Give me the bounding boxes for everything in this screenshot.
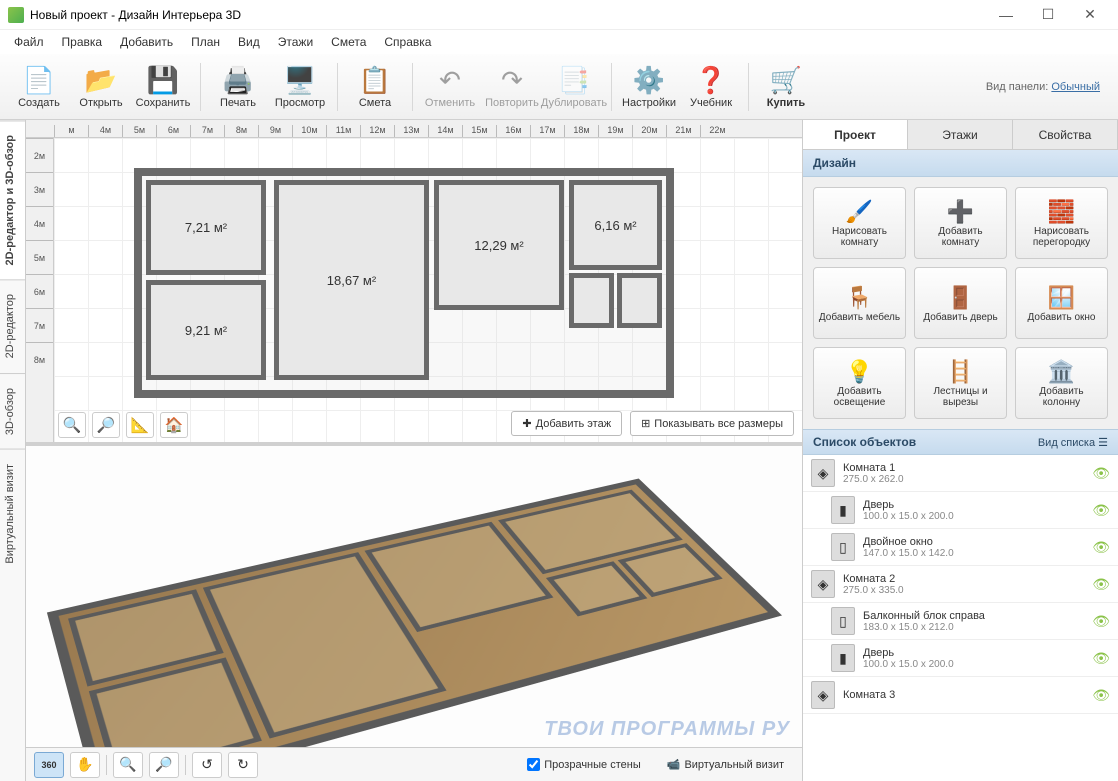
watermark: ТВОИ ПРОГРАММЫ РУ xyxy=(544,718,790,741)
menu-Добавить[interactable]: Добавить xyxy=(112,32,181,52)
room-2[interactable]: 18,67 м² xyxy=(274,180,429,380)
show-dims-button[interactable]: ⊞ Показывать все размеры xyxy=(630,411,794,436)
stairs-button[interactable]: 🪜Лестницы и вырезы xyxy=(914,347,1007,419)
objects-header: Список объектов xyxy=(813,435,916,449)
room-3[interactable]: 12,29 м² xyxy=(434,180,564,310)
menu-План[interactable]: План xyxy=(183,32,228,52)
vtab-2d-3d[interactable]: 2D-редактор и 3D-обзор xyxy=(0,120,25,279)
plan-canvas[interactable]: 7,21 м² 18,67 м² 12,29 м² 6,16 м² 9,21 м… xyxy=(54,138,802,442)
visibility-icon[interactable]: 👁 xyxy=(1092,650,1110,667)
open-button[interactable]: 📂Открыть xyxy=(70,58,132,116)
add-light-button[interactable]: 💡Добавить освещение xyxy=(813,347,906,419)
orbit-360-icon[interactable]: 360 xyxy=(34,752,64,778)
draw-partition-button[interactable]: 🧱Нарисовать перегородку xyxy=(1015,187,1108,259)
rotate-right-icon[interactable]: ↻ xyxy=(228,752,258,778)
zoom-out-icon[interactable]: 🔍 xyxy=(58,412,86,438)
list-item[interactable]: ◈Комната 2275.0 x 335.0👁 xyxy=(803,566,1118,603)
visibility-icon[interactable]: 👁 xyxy=(1092,613,1110,630)
add-door-button[interactable]: 🚪Добавить дверь xyxy=(914,267,1007,339)
list-item[interactable]: ▮Дверь100.0 x 15.0 x 200.0👁 xyxy=(803,640,1118,677)
redo-button[interactable]: ↷Повторить xyxy=(481,58,543,116)
panel-mode: Вид панели: Обычный xyxy=(986,81,1110,93)
duplicate-button[interactable]: 📑Дублировать xyxy=(543,58,605,116)
room-small-2[interactable] xyxy=(617,273,662,328)
ruler-horizontal: м4м5м6м7м8м9м10м11м12м13м14м15м16м17м18м… xyxy=(26,120,802,138)
design-header: Дизайн xyxy=(803,150,1118,177)
app-icon xyxy=(8,7,24,23)
buy-button[interactable]: 🛒Купить xyxy=(755,58,817,116)
zoom-in-3d-icon[interactable]: 🔎 xyxy=(149,752,179,778)
menu-Файл[interactable]: Файл xyxy=(6,32,52,52)
menu-Справка[interactable]: Справка xyxy=(376,32,439,52)
add-floor-button[interactable]: ✚ Добавить этаж xyxy=(511,411,622,436)
rotate-left-icon[interactable]: ↺ xyxy=(192,752,222,778)
add-window-button[interactable]: 🪟Добавить окно xyxy=(1015,267,1108,339)
zoom-out-3d-icon[interactable]: 🔍 xyxy=(113,752,143,778)
pan-icon[interactable]: ✋ xyxy=(70,752,100,778)
home-icon[interactable]: 🏠 xyxy=(160,412,188,438)
room-1[interactable]: 7,21 м² xyxy=(146,180,266,275)
estimate-button[interactable]: 📋Смета xyxy=(344,58,406,116)
minimize-button[interactable]: — xyxy=(986,3,1026,27)
close-button[interactable]: ✕ xyxy=(1070,3,1110,27)
vtab-virtual[interactable]: Виртуальный визит xyxy=(0,449,25,578)
vtab-2d[interactable]: 2D-редактор xyxy=(0,279,25,372)
visibility-icon[interactable]: 👁 xyxy=(1092,502,1110,519)
menu-Правка[interactable]: Правка xyxy=(54,32,111,52)
3d-viewport[interactable]: ТВОИ ПРОГРАММЫ РУ 360 ✋ 🔍 🔎 ↺ ↻ Прозрачн… xyxy=(26,446,802,781)
vtab-3d[interactable]: 3D-обзор xyxy=(0,373,25,449)
virtual-visit-button[interactable]: 📹 Виртуальный визит xyxy=(667,758,784,771)
measure-icon[interactable]: 📐 xyxy=(126,412,154,438)
object-list: ◈Комната 1275.0 x 262.0👁▮Дверь100.0 x 15… xyxy=(803,455,1118,781)
list-item[interactable]: ▯Двойное окно147.0 x 15.0 x 142.0👁 xyxy=(803,529,1118,566)
settings-button[interactable]: ⚙️Настройки xyxy=(618,58,680,116)
undo-button[interactable]: ↶Отменить xyxy=(419,58,481,116)
visibility-icon[interactable]: 👁 xyxy=(1092,539,1110,556)
draw-room-button[interactable]: 🖌️Нарисовать комнату xyxy=(813,187,906,259)
add-room-button[interactable]: ➕Добавить комнату xyxy=(914,187,1007,259)
menubar: ФайлПравкаДобавитьПланВидЭтажиСметаСправ… xyxy=(0,30,1118,54)
room-5[interactable]: 9,21 м² xyxy=(146,280,266,380)
maximize-button[interactable]: ☐ xyxy=(1028,3,1068,27)
menu-Этажи[interactable]: Этажи xyxy=(270,32,321,52)
list-item[interactable]: ◈Комната 3👁 xyxy=(803,677,1118,714)
list-item[interactable]: ▮Дверь100.0 x 15.0 x 200.0👁 xyxy=(803,492,1118,529)
ruler-vertical: 2м3м4м5м6м7м8м xyxy=(26,138,54,442)
add-furniture-button[interactable]: 🪑Добавить мебель xyxy=(813,267,906,339)
visibility-icon[interactable]: 👁 xyxy=(1092,576,1110,593)
visibility-icon[interactable]: 👁 xyxy=(1092,687,1110,704)
create-button[interactable]: 📄Создать xyxy=(8,58,70,116)
tab-properties[interactable]: Свойства xyxy=(1013,120,1118,149)
transparent-walls-checkbox[interactable]: Прозрачные стены xyxy=(527,758,640,771)
menu-Смета[interactable]: Смета xyxy=(323,32,374,52)
room-4[interactable]: 6,16 м² xyxy=(569,180,662,270)
tutorial-button[interactable]: ❓Учебник xyxy=(680,58,742,116)
window-title: Новый проект - Дизайн Интерьера 3D xyxy=(30,8,986,22)
print-button[interactable]: 🖨️Печать xyxy=(207,58,269,116)
save-button[interactable]: 💾Сохранить xyxy=(132,58,194,116)
tab-floors[interactable]: Этажи xyxy=(908,120,1013,149)
list-item[interactable]: ◈Комната 1275.0 x 262.0👁 xyxy=(803,455,1118,492)
panel-mode-link[interactable]: Обычный xyxy=(1051,81,1100,93)
room-small-1[interactable] xyxy=(569,273,614,328)
main-toolbar: 📄Создать 📂Открыть 💾Сохранить 🖨️Печать 🖥️… xyxy=(0,54,1118,120)
add-column-button[interactable]: 🏛️Добавить колонну xyxy=(1015,347,1108,419)
menu-Вид[interactable]: Вид xyxy=(230,32,268,52)
list-item[interactable]: ▯Балконный блок справа183.0 x 15.0 x 212… xyxy=(803,603,1118,640)
tab-project[interactable]: Проект xyxy=(803,120,908,149)
list-mode-link[interactable]: Вид списка ☰ xyxy=(1038,436,1108,449)
visibility-icon[interactable]: 👁 xyxy=(1092,465,1110,482)
zoom-in-icon[interactable]: 🔎 xyxy=(92,412,120,438)
preview-button[interactable]: 🖥️Просмотр xyxy=(269,58,331,116)
